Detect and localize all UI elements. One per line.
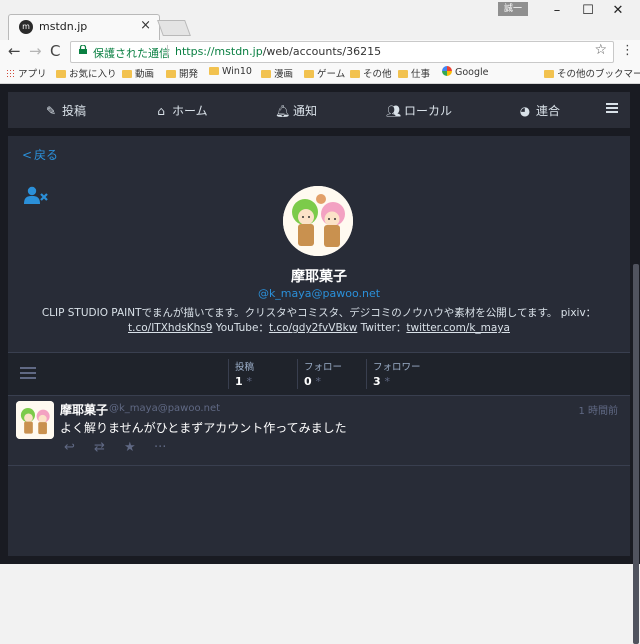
folder-icon	[350, 70, 360, 78]
reload-icon[interactable]: C	[50, 42, 60, 60]
avatar-illustration	[283, 186, 353, 256]
bio-twitter-label: Twitter：	[357, 322, 407, 334]
new-tab-button[interactable]	[157, 20, 191, 36]
bio-youtube-label: YouTube：	[212, 322, 269, 334]
status-avatar[interactable]	[16, 401, 54, 439]
status-content: よく解りませんがひとまずアカウント作ってみました	[60, 421, 347, 435]
account-counts-bar: 投稿 1 * フォロー 0 * フォロワー 3 *	[8, 352, 630, 396]
url-host: https://mstdn.jp	[175, 45, 263, 58]
avatar-illustration	[16, 401, 54, 439]
folder-icon	[122, 70, 132, 78]
folder-icon	[544, 70, 554, 78]
bookmark-manga[interactable]: 漫画	[261, 66, 293, 80]
url-input[interactable]: 保護された通信 https://mstdn.jp/web/accounts/36…	[70, 41, 614, 63]
unfollow-icon[interactable]	[24, 186, 50, 204]
bookmark-favorites[interactable]: お気に入り	[56, 66, 117, 80]
tabs-bar: ✎ 投稿 ⌂ ホーム 🔔︎ 通知 👥︎ ローカル ◕ 連合	[8, 92, 630, 128]
mastodon-icon: m	[19, 20, 33, 34]
count-followers[interactable]: フォロワー 3 *	[366, 359, 433, 389]
omnibox-divider	[167, 45, 168, 58]
bio-text: CLIP STUDIO PAINTでまんが描いてます。クリスタやコミスタ、デジコ…	[41, 307, 597, 319]
status-timestamp[interactable]: 1 時間前	[578, 402, 618, 417]
tab-home[interactable]: ⌂ ホーム	[154, 102, 207, 119]
status-item[interactable]: 摩耶菓子 @k_maya@pawoo.net 1 時間前 よく解りませんがひとま…	[8, 395, 630, 466]
back-arrow-icon[interactable]: ←	[8, 42, 21, 60]
avatar[interactable]	[283, 186, 353, 256]
profile-display-name: 摩耶菓子	[291, 269, 347, 285]
bookmark-dev[interactable]: 開発	[166, 66, 198, 80]
chevron-left-icon: <	[22, 148, 33, 162]
count-following-label: フォロー	[304, 362, 343, 373]
forward-arrow-icon[interactable]: →	[29, 42, 42, 60]
status-actions: ↩ ⇄ ★ ···	[64, 440, 184, 455]
browser-titlebar: m mstdn.jp × 誠一 – ☐ ✕	[0, 0, 640, 41]
folder-icon	[209, 67, 219, 75]
tab-notifications[interactable]: 🔔︎ 通知	[275, 102, 317, 119]
bookmark-apps[interactable]: アプリ	[6, 66, 47, 80]
tab-title: mstdn.jp	[39, 20, 88, 33]
tab-compose[interactable]: ✎ 投稿	[44, 102, 86, 119]
bookmark-google[interactable]: Google	[442, 66, 489, 78]
bio-link-twitter[interactable]: twitter.com/k_maya	[406, 322, 510, 334]
count-followers-value: 3 *	[373, 375, 390, 388]
users-icon: 👥︎	[386, 104, 402, 118]
other-bookmarks[interactable]: その他のブックマーク	[544, 66, 640, 80]
count-followers-label: フォロワー	[373, 362, 421, 373]
account-column: < 戻る 摩耶菓子 @k_maya@pawoo.net CLIP STUDIO P…	[8, 136, 630, 556]
home-icon: ⌂	[157, 104, 165, 118]
profile-badge[interactable]: 誠一	[498, 2, 528, 16]
more-icon[interactable]: ···	[154, 440, 184, 455]
secure-label: 保護された通信	[93, 47, 170, 60]
count-posts-value: 1 *	[235, 375, 252, 388]
folder-icon	[166, 70, 176, 78]
back-button[interactable]: < 戻る	[22, 146, 58, 163]
bookmark-video[interactable]: 動画	[122, 66, 154, 80]
bio-link-pixiv[interactable]: t.co/ITXhdsKhs9	[128, 322, 212, 334]
folder-icon	[304, 70, 314, 78]
apps-icon	[6, 69, 15, 78]
tab-federated[interactable]: ◕ 連合	[518, 102, 560, 119]
bell-icon: 🔔︎	[275, 104, 291, 118]
google-icon	[442, 66, 452, 76]
count-following[interactable]: フォロー 0 *	[297, 359, 364, 389]
window-close-button[interactable]: ✕	[596, 0, 640, 22]
bookmark-games[interactable]: ゲーム	[304, 66, 345, 80]
browser-tab[interactable]: m mstdn.jp ×	[8, 14, 160, 41]
address-bar-row: ← → C 保護された通信 https://mstdn.jp/web/accou…	[0, 40, 640, 64]
account-menu-icon[interactable]	[20, 367, 36, 379]
boost-icon[interactable]: ⇄	[94, 440, 124, 455]
profile-bio: CLIP STUDIO PAINTでまんが描いてます。クリスタやコミスタ、デジコ…	[28, 306, 610, 336]
tab-local[interactable]: 👥︎ ローカル	[386, 102, 452, 119]
bookmark-star-icon[interactable]: ☆	[594, 42, 607, 58]
reply-icon[interactable]: ↩	[64, 440, 94, 455]
pencil-icon: ✎	[45, 104, 57, 118]
bookmark-work[interactable]: 仕事	[398, 66, 430, 80]
globe-icon: ◕	[519, 104, 531, 118]
bookmark-other[interactable]: その他	[350, 66, 392, 80]
status-display-name[interactable]: 摩耶菓子	[60, 401, 108, 418]
url-path: /web/accounts/36215	[262, 45, 382, 58]
bookmarks-bar: アプリ お気に入り 動画 開発 Win10 漫画 ゲーム その他 仕事 Goog…	[0, 64, 640, 84]
count-following-value: 0 *	[304, 375, 321, 388]
menu-icon[interactable]	[606, 103, 618, 113]
close-tab-icon[interactable]: ×	[140, 18, 151, 33]
favourite-star-icon[interactable]: ★	[124, 440, 154, 455]
profile-acct[interactable]: @k_maya@pawoo.net	[8, 287, 630, 300]
folder-icon	[398, 70, 408, 78]
count-posts-label: 投稿	[235, 362, 255, 373]
lock-icon	[79, 45, 87, 54]
browser-menu-icon[interactable]: ⋮	[621, 43, 634, 58]
bookmark-win10[interactable]: Win10	[209, 66, 252, 77]
url-text: https://mstdn.jp/web/accounts/36215	[175, 45, 381, 58]
status-acct: @k_maya@pawoo.net	[109, 403, 221, 414]
count-posts[interactable]: 投稿 1 *	[228, 359, 295, 389]
scrollbar[interactable]	[632, 84, 640, 644]
scrollbar-thumb[interactable]	[633, 264, 639, 644]
folder-icon	[56, 70, 66, 78]
bio-link-youtube[interactable]: t.co/gdy2fvVBkw	[269, 322, 357, 334]
folder-icon	[261, 70, 271, 78]
